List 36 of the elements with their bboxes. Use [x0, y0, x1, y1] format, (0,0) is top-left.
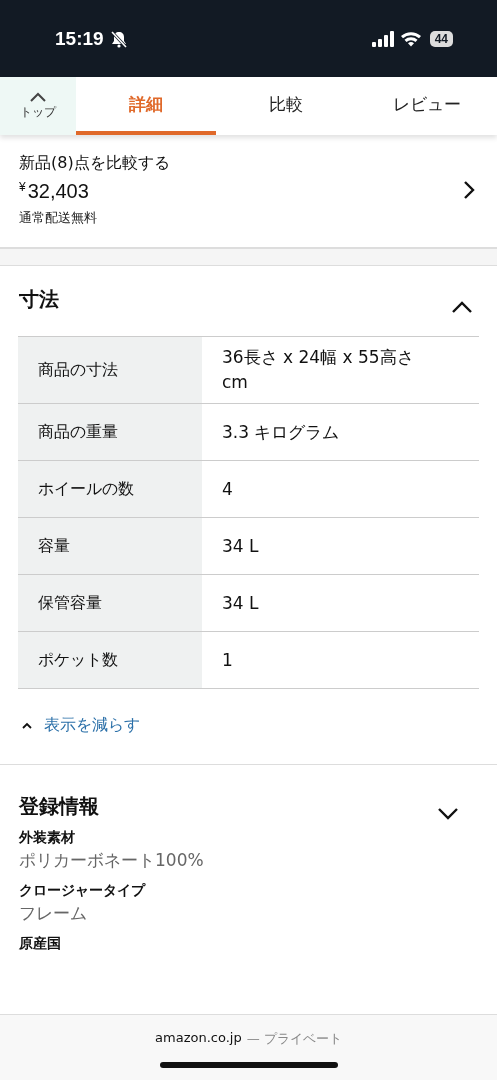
table-cell: 36長さ x 24幅 x 55高さ cm	[202, 337, 479, 404]
show-less-link[interactable]: 表示を減らす	[0, 689, 497, 764]
price: ¥32,403	[19, 180, 90, 203]
tab[interactable]: レビュー	[356, 77, 497, 135]
detail-value: フレーム	[18, 902, 88, 925]
offer-title: 新品(8)点を比較する	[19, 153, 170, 174]
table-cell: 34 L	[202, 518, 479, 575]
link-text[interactable]: 表示を減らす	[44, 715, 140, 736]
section-title: 寸法	[19, 285, 59, 313]
caret-up-icon	[29, 91, 47, 102]
wifi-icon	[399, 30, 422, 47]
table-cell: ホイールの数	[18, 461, 202, 518]
domain-text: amazon.co.jp	[155, 1030, 242, 1047]
table-cell: 3.3 キログラム	[202, 404, 479, 461]
detail-label: クロージャータイプ	[18, 882, 147, 900]
shipping-note: 通常配送無料	[19, 209, 98, 227]
table-cell: 保管容量	[18, 575, 202, 632]
back-to-top-button[interactable]: トップ	[0, 77, 76, 135]
table-cell: ポケット数	[18, 632, 202, 689]
clock-time: 15:19	[55, 27, 104, 50]
table-cell: 4	[202, 461, 479, 518]
detail-label: 原産国	[18, 935, 62, 953]
tab[interactable]: 比較	[216, 77, 357, 135]
chevron-right-icon	[463, 180, 475, 200]
caret-up-icon	[22, 722, 32, 729]
table-cell: 容量	[18, 518, 202, 575]
detail-value: ポリカーボネート100%	[18, 849, 205, 872]
table-cell: 商品の重量	[18, 404, 202, 461]
table-cell: 商品の寸法	[18, 337, 202, 404]
table-cell: 1	[202, 632, 479, 689]
battery-indicator: 44	[429, 30, 453, 47]
signal-icon	[371, 30, 394, 47]
detail-label: 外装素材	[18, 829, 76, 847]
section-title: 登録情報	[19, 792, 99, 820]
table-cell: 34 L	[202, 575, 479, 632]
browsing-mode-text: — プライベート	[246, 1030, 342, 1048]
